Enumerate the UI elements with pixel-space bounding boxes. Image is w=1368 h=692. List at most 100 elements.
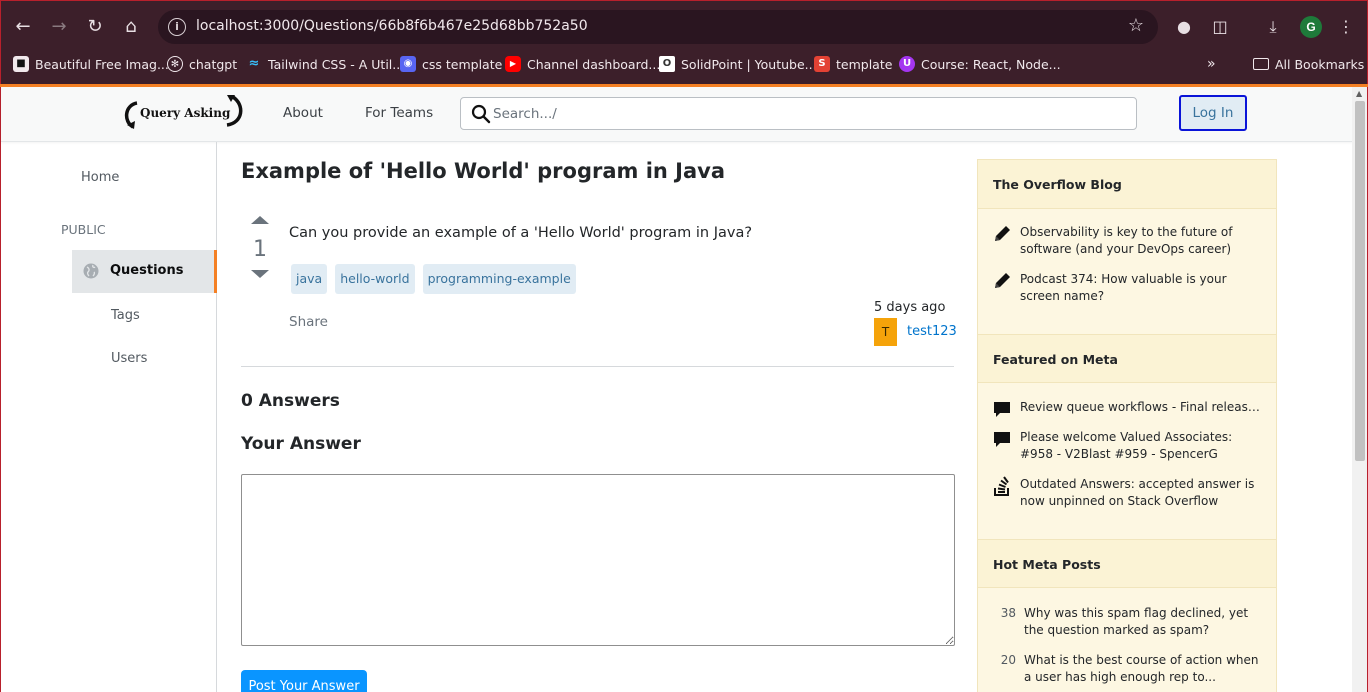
chatgpt-icon: ✻ bbox=[167, 56, 183, 72]
bookmark-label: css template bbox=[422, 56, 503, 72]
search-icon bbox=[471, 104, 491, 124]
your-answer-heading: Your Answer bbox=[241, 434, 361, 454]
login-button[interactable]: Log In bbox=[1179, 95, 1247, 131]
tag-programming-example[interactable]: programming-example bbox=[422, 264, 576, 294]
widget-meta-item[interactable]: Outdated Answers: accepted answer is now… bbox=[992, 476, 1270, 510]
post-answer-button[interactable]: Post Your Answer bbox=[241, 670, 367, 692]
bookmarks-bar: ■ Beautiful Free Imag... ✻ chatgpt ≈ Tai… bbox=[1, 51, 1368, 77]
bookmark-item[interactable]: U Course: React, Node... bbox=[899, 54, 1061, 74]
all-bookmarks[interactable]: All Bookmarks bbox=[1253, 54, 1364, 74]
bookmark-item[interactable]: ◉ css template bbox=[400, 54, 502, 74]
widget-hot-item[interactable]: 38 Why was this spam flag declined, yet … bbox=[992, 605, 1270, 639]
bookmark-label: chatgpt bbox=[189, 56, 238, 72]
site-info-icon[interactable]: i bbox=[168, 18, 186, 36]
widget-meta-item[interactable]: Review queue workflows - Final release..… bbox=[992, 399, 1270, 419]
widget-meta-item[interactable]: Please welcome Valued Associates: #958 -… bbox=[992, 429, 1270, 463]
downvote-arrow-icon[interactable] bbox=[251, 270, 269, 278]
bookmark-label: Channel dashboard... bbox=[527, 56, 661, 72]
hot-post-count: 38 bbox=[1000, 606, 1016, 620]
bookmark-star-icon[interactable]: ☆ bbox=[1128, 15, 1144, 36]
asked-time: 5 days ago bbox=[874, 300, 946, 315]
bookmark-item[interactable]: ✻ chatgpt bbox=[167, 54, 237, 74]
bookmark-label: SolidPoint | Youtube... bbox=[681, 56, 817, 72]
nav-for-teams[interactable]: For Teams bbox=[365, 105, 433, 121]
sidebar-item-label: Questions bbox=[110, 263, 184, 278]
sidebar-item-questions[interactable]: Questions bbox=[72, 250, 217, 293]
speech-bubble-icon bbox=[994, 432, 1010, 447]
pencil-icon bbox=[995, 273, 1010, 288]
scroll-up-arrow-icon[interactable]: ▲ bbox=[1356, 89, 1362, 98]
answer-textarea[interactable] bbox=[241, 474, 955, 646]
download-icon[interactable]: ⤓ bbox=[1262, 16, 1284, 38]
bookmark-label: Beautiful Free Imag... bbox=[35, 56, 169, 72]
bookmark-item[interactable]: ▶ Channel dashboard... bbox=[505, 54, 660, 74]
widget-item-text: Why was this spam flag declined, yet the… bbox=[1024, 606, 1249, 637]
all-bookmarks-label: All Bookmarks bbox=[1275, 56, 1365, 72]
forward-arrow-icon[interactable]: → bbox=[45, 13, 73, 41]
widget-hot-item[interactable]: 20 What is the best course of action whe… bbox=[992, 652, 1270, 686]
bookmark-item[interactable]: ■ Beautiful Free Imag... bbox=[13, 54, 169, 74]
home-icon[interactable]: ⌂ bbox=[117, 13, 145, 41]
extensions-puzzle-icon[interactable]: ◫ bbox=[1209, 16, 1231, 38]
widget-item-text: Podcast 374: How valuable is your screen… bbox=[1020, 272, 1227, 303]
logo-text: Query Asking bbox=[140, 106, 231, 120]
css-template-icon: ◉ bbox=[400, 56, 416, 72]
tag-hello-world[interactable]: hello-world bbox=[335, 264, 415, 294]
sidebar-item-users[interactable]: Users bbox=[111, 351, 147, 366]
question-title: Example of 'Hello World' program in Java bbox=[241, 159, 726, 183]
nav-about[interactable]: About bbox=[283, 105, 323, 121]
question-body: Can you provide an example of a 'Hello W… bbox=[289, 225, 753, 241]
content-divider bbox=[241, 366, 954, 367]
site-header: Query Asking About For Teams Log In bbox=[1, 87, 1353, 142]
answers-count: 0 Answers bbox=[241, 391, 340, 411]
more-bookmarks-chevron-icon[interactable]: » bbox=[1207, 54, 1216, 74]
widget-blog-item[interactable]: Podcast 374: How valuable is your screen… bbox=[992, 271, 1270, 305]
bookmark-label: Tailwind CSS - A Util... bbox=[268, 56, 405, 72]
sidebar-item-tags[interactable]: Tags bbox=[111, 308, 140, 323]
url-text[interactable]: localhost:3000/Questions/66b8f6b467e25d6… bbox=[196, 18, 588, 34]
share-link[interactable]: Share bbox=[289, 314, 328, 330]
tag-java[interactable]: java bbox=[291, 264, 328, 294]
sidebar-section-public: PUBLIC bbox=[61, 222, 106, 237]
browser-chrome: ← → ↻ ⌂ i localhost:3000/Questions/66b8f… bbox=[0, 0, 1368, 84]
bookmark-label: template bbox=[836, 56, 893, 72]
widget-item-text: Review queue workflows - Final release..… bbox=[1020, 400, 1265, 414]
user-avatar[interactable]: T bbox=[874, 318, 897, 346]
page: Query Asking About For Teams Log In Home… bbox=[0, 87, 1353, 692]
sidebar-widget: The Overflow Blog Observability is key t… bbox=[977, 159, 1277, 692]
bookmark-label: Course: React, Node... bbox=[921, 56, 1061, 72]
user-name-link[interactable]: test123 bbox=[907, 324, 957, 339]
site-logo[interactable]: Query Asking bbox=[123, 95, 245, 131]
address-bar[interactable]: i localhost:3000/Questions/66b8f6b467e25… bbox=[158, 10, 1158, 44]
pencil-icon bbox=[995, 226, 1010, 241]
sidebar-item-home[interactable]: Home bbox=[81, 170, 119, 185]
folder-icon bbox=[1253, 58, 1269, 70]
bookmark-item[interactable]: O SolidPoint | Youtube... bbox=[659, 54, 817, 74]
youtube-icon: ▶ bbox=[505, 56, 521, 72]
bookmark-item[interactable]: S template bbox=[814, 54, 892, 74]
extension-icon[interactable]: ● bbox=[1173, 16, 1195, 38]
page-scrollbar[interactable]: ▲ bbox=[1352, 87, 1368, 692]
hot-post-count: 20 bbox=[1000, 653, 1016, 667]
left-sidebar: Home PUBLIC Questions Tags Users bbox=[1, 142, 217, 692]
question-tags: java hello-world programming-example bbox=[291, 264, 576, 294]
template-s-icon: S bbox=[814, 56, 830, 72]
widget-blog-item[interactable]: Observability is key to the future of so… bbox=[992, 224, 1270, 258]
search-box[interactable] bbox=[460, 97, 1137, 130]
bookmark-item[interactable]: ≈ Tailwind CSS - A Util... bbox=[246, 54, 405, 74]
scroll-thumb[interactable] bbox=[1355, 101, 1365, 461]
speech-bubble-icon bbox=[994, 402, 1010, 417]
udemy-icon: U bbox=[899, 56, 915, 72]
widget-header-meta: Featured on Meta bbox=[978, 334, 1276, 383]
widget-header-blog: The Overflow Blog bbox=[978, 160, 1276, 209]
upvote-arrow-icon[interactable] bbox=[251, 216, 269, 224]
reload-icon[interactable]: ↻ bbox=[81, 13, 109, 41]
search-input[interactable] bbox=[493, 103, 1113, 125]
widget-item-text: Observability is key to the future of so… bbox=[1020, 225, 1233, 256]
solidpoint-icon: O bbox=[659, 56, 675, 72]
unsplash-icon: ■ bbox=[13, 56, 29, 72]
back-arrow-icon[interactable]: ← bbox=[9, 13, 37, 41]
menu-kebab-icon[interactable]: ⋮ bbox=[1335, 16, 1357, 38]
profile-avatar[interactable]: G bbox=[1300, 16, 1322, 38]
widget-item-text: Outdated Answers: accepted answer is now… bbox=[1020, 477, 1255, 508]
